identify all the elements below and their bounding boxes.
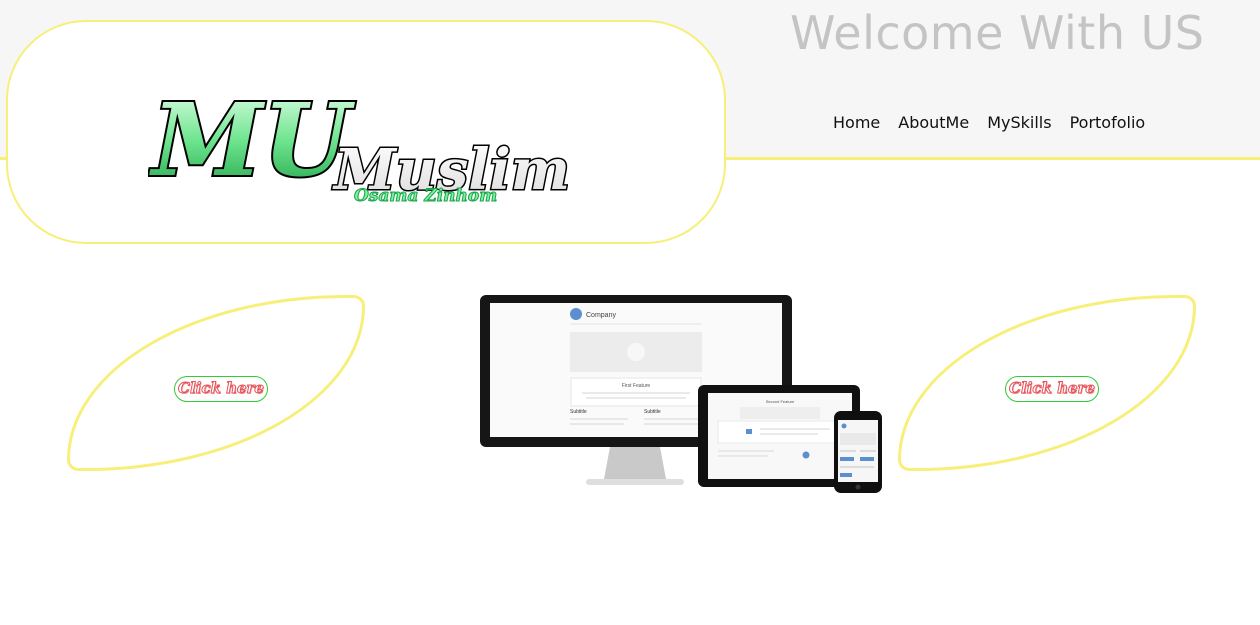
logo-card: MU Muslim Osama Zinhom	[6, 20, 726, 244]
mockup-subtitle-b: Subtitle	[644, 409, 661, 415]
tablet-icon	[746, 429, 752, 434]
monitor-base	[586, 479, 684, 485]
nav-home[interactable]: Home	[833, 113, 880, 132]
mockup-tablet-heading: Second Feature	[766, 399, 795, 404]
company-logo-icon	[570, 308, 582, 320]
click-here-button-right[interactable]: Click here	[1005, 376, 1099, 402]
logo-monogram: MU	[149, 81, 356, 199]
mockup-subtitle-a: Subtitle	[570, 409, 587, 415]
nav-portofolio[interactable]: Portofolio	[1070, 113, 1146, 132]
logo-subtitle: Osama Zinhom	[354, 186, 497, 206]
nav-about-me[interactable]: AboutMe	[898, 113, 969, 132]
main-nav: Home AboutMe MySkills Portofolio	[833, 113, 1145, 132]
welcome-heading: Welcome With US	[790, 6, 1205, 60]
image-placeholder-icon	[627, 343, 645, 361]
monitor-stand	[604, 447, 666, 479]
mockup-company: Company	[586, 312, 616, 319]
click-here-button-left[interactable]: Click here	[174, 376, 268, 402]
logo-image[interactable]: MU Muslim Osama Zinhom	[148, 77, 568, 207]
nav-my-skills[interactable]: MySkills	[987, 113, 1051, 132]
responsive-devices-image: Company First Feature Subtitle Subtitle …	[480, 295, 882, 493]
phone-home-button	[855, 484, 861, 490]
tablet-icon-2	[802, 451, 810, 459]
mockup-feature: First Feature	[622, 383, 651, 389]
